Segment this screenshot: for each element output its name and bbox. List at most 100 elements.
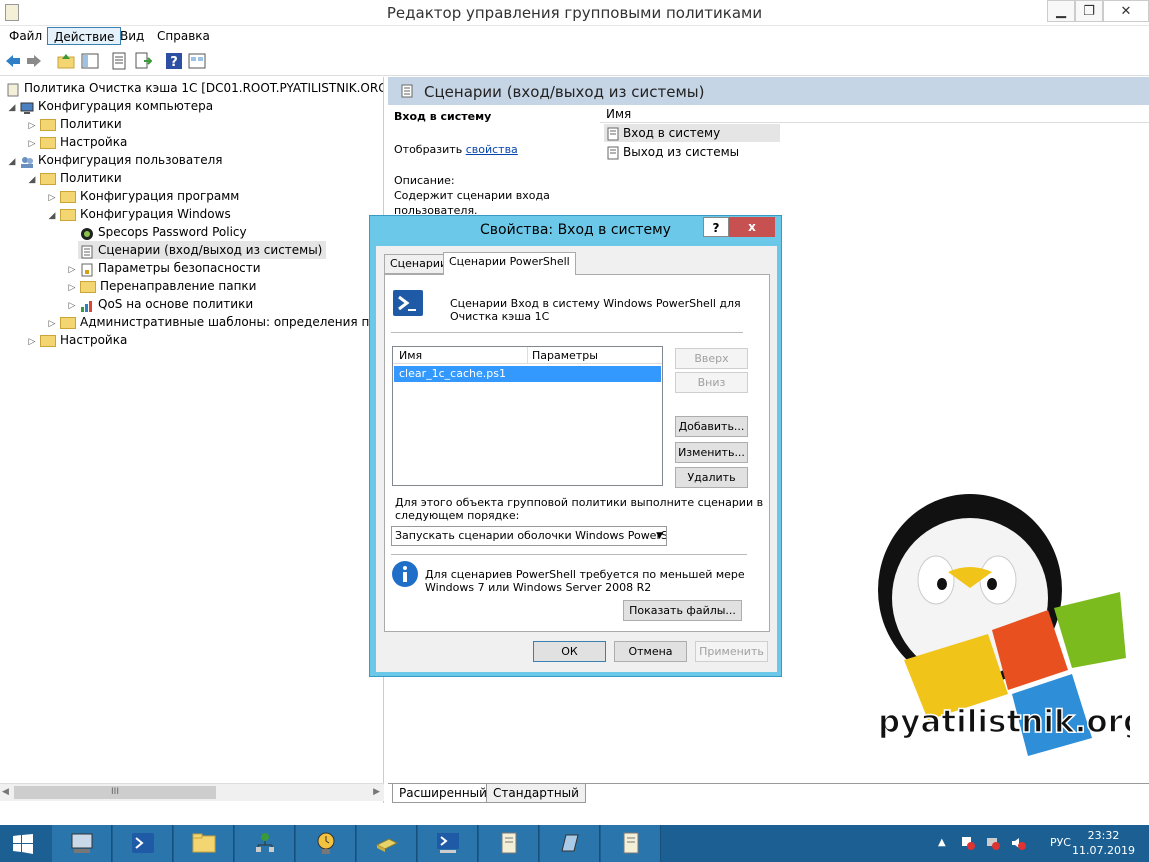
scripts-list[interactable]: Имя Параметры clear_1c_cache.ps1 [392, 346, 663, 486]
tree-windows-config[interactable]: ◢ Конфигурация Windows [46, 205, 231, 223]
apply-button[interactable]: Применить [695, 641, 768, 662]
cancel-button[interactable]: Отмена [614, 641, 687, 662]
policy-scroll-icon [7, 83, 19, 96]
menu-help[interactable]: Справка [151, 27, 216, 45]
specops-icon [81, 227, 93, 240]
tree-folder-redirect[interactable]: ▷ Перенаправление папки [66, 277, 256, 295]
tree-computer-settings[interactable]: ▷ Настройка [26, 133, 127, 151]
close-button[interactable]: ✕ [1103, 0, 1149, 22]
column-header-name[interactable]: Имя [399, 347, 422, 364]
show-hide-tree-icon[interactable] [81, 52, 99, 70]
taskbar-powershell[interactable] [113, 825, 173, 862]
view-icon[interactable] [188, 52, 206, 70]
tree-admin-templates[interactable]: ▷ Административные шаблоны: определения п… [46, 313, 383, 331]
language-indicator[interactable]: РУС [1050, 836, 1071, 849]
collapse-arrow-icon[interactable]: ◢ [6, 153, 18, 171]
dialog-help-button[interactable]: ? [703, 217, 729, 237]
flag-alert-icon[interactable] [960, 835, 976, 851]
restore-button[interactable]: ❐ [1075, 0, 1103, 22]
clock[interactable]: 23:32 11.07.2019 [1072, 828, 1135, 858]
minimize-button[interactable]: ▁ [1047, 0, 1075, 22]
taskbar-network[interactable] [235, 825, 295, 862]
taskbar-books[interactable] [357, 825, 417, 862]
horizontal-scrollbar[interactable]: ◀ III ▶ [0, 783, 384, 801]
taskbar-powershell-ise[interactable] [418, 825, 478, 862]
tree-scripts[interactable]: Сценарии (вход/выход из системы) [78, 241, 327, 259]
help-icon[interactable]: ? [165, 52, 183, 70]
details-title: Сценарии (вход/выход из системы) [424, 83, 705, 101]
menu-view[interactable]: Вид [114, 27, 150, 45]
start-button[interactable] [0, 825, 48, 862]
show-label: Отобразить [394, 143, 463, 156]
network-status-icon[interactable] [985, 835, 1001, 851]
menu-action[interactable]: Действие [47, 27, 122, 45]
scroll-right-icon[interactable]: ▶ [373, 787, 380, 797]
users-icon [21, 156, 33, 168]
clock-time: 23:32 [1087, 829, 1120, 842]
add-button[interactable]: Добавить... [675, 416, 748, 437]
tree-user-settings[interactable]: ▷ Настройка [26, 331, 127, 349]
tree-label: Политики [60, 171, 122, 185]
up-folder-icon[interactable] [57, 52, 75, 70]
taskbar-gpo-editor-2[interactable] [601, 825, 661, 862]
tree-user-policies[interactable]: ◢ Политики [26, 169, 122, 187]
forward-icon[interactable] [25, 52, 43, 70]
script-row[interactable]: clear_1c_cache.ps1 [394, 366, 661, 382]
taskbar-server-manager[interactable] [52, 825, 112, 862]
list-item[interactable]: Вход в систему [604, 124, 780, 142]
scroll-thumb[interactable]: III [14, 786, 216, 799]
export-list-icon[interactable] [134, 52, 152, 70]
show-hidden-icons[interactable]: ▲ [938, 837, 946, 848]
show-files-button[interactable]: Показать файлы... [623, 600, 742, 621]
properties-link[interactable]: свойства [466, 143, 518, 156]
edit-button[interactable]: Изменить... [675, 442, 748, 463]
console-tree: Политика Очистка кэша 1С [DC01.ROOT.PYAT… [0, 77, 384, 803]
column-header-name[interactable]: Имя [600, 105, 780, 123]
tab-powershell-scripts[interactable]: Сценарии PowerShell [443, 252, 576, 275]
expand-arrow-icon[interactable]: ▷ [26, 333, 38, 351]
properties-icon[interactable] [110, 52, 128, 70]
tree-software-config[interactable]: ▷ Конфигурация программ [46, 187, 239, 205]
taskbar-explorer[interactable] [174, 825, 234, 862]
policy-scroll-icon [501, 832, 517, 854]
list-item[interactable]: Выход из системы [604, 143, 739, 161]
tree-root[interactable]: Политика Очистка кэша 1С [DC01.ROOT.PYAT… [4, 79, 384, 97]
tree-label: Конфигурация Windows [80, 207, 231, 221]
dialog-close-button[interactable]: x [729, 217, 775, 237]
ok-button[interactable]: ОК [533, 641, 606, 662]
column-header-params[interactable]: Параметры [527, 347, 598, 364]
folder-icon [40, 173, 56, 185]
tree-computer-config[interactable]: ◢ Конфигурация компьютера [6, 97, 213, 115]
tab-extended[interactable]: Расширенный [392, 784, 494, 803]
collapse-arrow-icon[interactable]: ◢ [26, 171, 38, 189]
back-icon[interactable] [4, 52, 22, 70]
powershell-ise-icon [437, 833, 459, 853]
windows-logo-icon [13, 834, 33, 854]
chevron-down-icon[interactable]: ▼ [656, 527, 663, 545]
collapse-arrow-icon[interactable]: ◢ [46, 207, 58, 225]
tree-specops[interactable]: Specops Password Policy [78, 223, 247, 241]
tab-standard[interactable]: Стандартный [486, 784, 586, 803]
order-select[interactable]: Запускать сценарии оболочки Windows Powe… [391, 526, 667, 546]
menu-file[interactable]: Файл [3, 27, 48, 45]
move-up-button[interactable]: Вверх [675, 348, 748, 369]
taskbar-notepad[interactable] [540, 825, 600, 862]
tree-computer-policies[interactable]: ▷ Политики [26, 115, 122, 133]
taskbar-scheduler[interactable] [296, 825, 356, 862]
properties-dialog: Свойства: Вход в систему ? x Сценарии Сц… [369, 215, 782, 677]
delete-button[interactable]: Удалить [675, 467, 748, 488]
notepad-icon [561, 834, 579, 852]
tree-user-config[interactable]: ◢ Конфигурация пользователя [6, 151, 222, 169]
volume-muted-icon[interactable] [1010, 835, 1026, 851]
move-down-button[interactable]: Вниз [675, 372, 748, 393]
tree-label: Настройка [60, 135, 128, 149]
taskbar-gpo-editor[interactable] [479, 825, 539, 862]
tree-qos[interactable]: ▷ QoS на основе политики [66, 295, 253, 313]
list-header: Имя Параметры [393, 347, 662, 364]
svg-text:?: ? [170, 55, 178, 70]
scroll-left-icon[interactable]: ◀ [2, 787, 9, 797]
tree-root-label: Политика Очистка кэша 1С [DC01.ROOT.PYAT… [24, 81, 384, 95]
tree-security[interactable]: ▷ Параметры безопасности [66, 259, 261, 277]
collapse-arrow-icon[interactable]: ◢ [6, 99, 18, 117]
intro-line: Сценарии Вход в систему Windows PowerShe… [450, 297, 741, 310]
